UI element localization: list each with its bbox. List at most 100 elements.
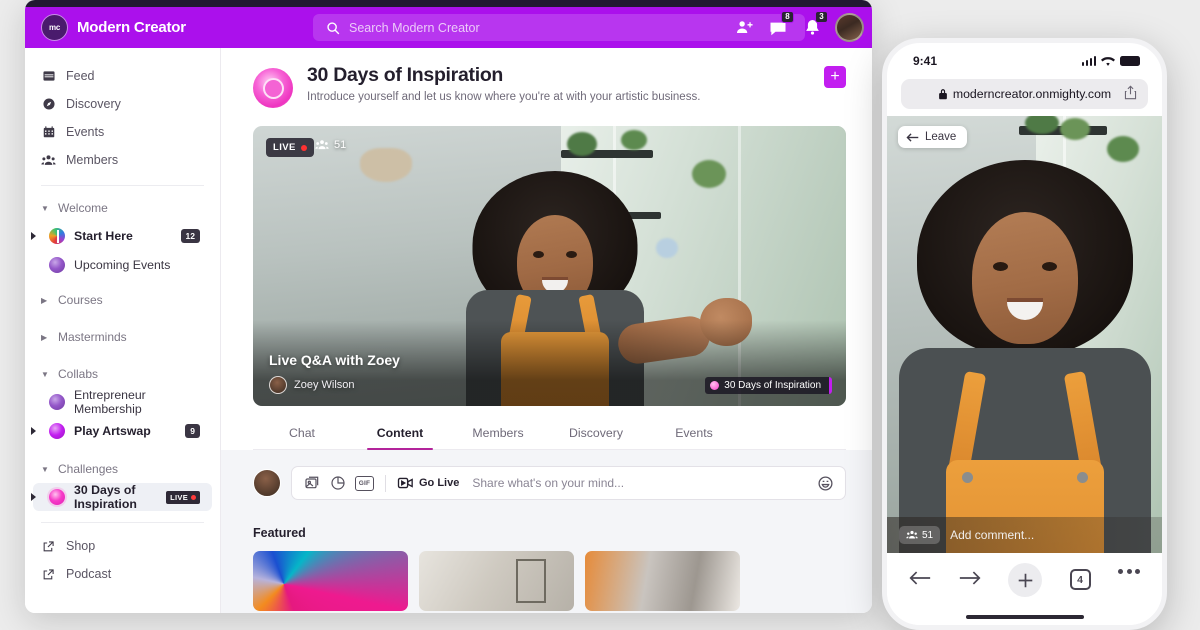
phone-live-stream[interactable]: Leave 51 Add comment... <box>887 116 1162 553</box>
members-icon <box>906 530 918 539</box>
featured-card[interactable] <box>419 551 574 611</box>
sidebar-divider <box>41 185 204 186</box>
battery-icon <box>1120 56 1140 66</box>
flyout-caret-icon <box>31 493 36 501</box>
app-body: Feed Discovery Events Members ▼ Welcome … <box>25 48 872 613</box>
eye <box>533 250 545 258</box>
plus-icon <box>1018 573 1032 587</box>
people-add-icon <box>736 21 753 34</box>
brand-logo-group[interactable]: mc Modern Creator <box>41 14 251 41</box>
add-post-button[interactable]: + <box>824 66 846 88</box>
viewer-count: 51 <box>315 138 346 152</box>
plant <box>1107 136 1139 162</box>
live-label: LIVE <box>273 142 296 153</box>
featured-card[interactable] <box>585 551 740 611</box>
sidebar-item-label: Shop <box>66 539 96 553</box>
plant <box>620 130 647 150</box>
composer-avatar[interactable] <box>253 469 281 497</box>
tab-discovery[interactable]: Discovery <box>547 420 645 449</box>
featured-card[interactable] <box>253 551 408 611</box>
sidebar-item-events[interactable]: Events <box>25 118 220 146</box>
video-camera-icon <box>397 477 413 489</box>
browser-back-button[interactable] <box>909 569 931 592</box>
tab-content[interactable]: Content <box>351 420 449 450</box>
composer-placeholder: Share what's on your mind... <box>472 476 625 490</box>
sidebar-item-entrepreneur-membership[interactable]: Entrepreneur Membership <box>33 388 212 416</box>
phone-url-text: moderncreator.onmighty.com <box>952 87 1112 101</box>
sidebar-item-30-days-of-inspiration[interactable]: 30 Days of Inspiration LIVE <box>31 483 212 511</box>
more-dots-icon[interactable] <box>1118 569 1140 574</box>
avatar[interactable] <box>835 13 864 42</box>
tab-events[interactable]: Events <box>645 420 743 449</box>
video-space-chip[interactable]: 30 Days of Inspiration <box>705 377 832 394</box>
sidebar-group-masterminds[interactable]: ▶ Masterminds <box>25 324 220 350</box>
search-placeholder: Search Modern Creator <box>349 20 480 35</box>
sidebar-item-label: Entrepreneur Membership <box>74 388 146 416</box>
tab-members[interactable]: Members <box>449 420 547 449</box>
leave-button[interactable]: Leave <box>898 126 968 148</box>
sidebar-item-label: Play Artswap <box>74 424 151 438</box>
brand-mark-icon: mc <box>41 14 68 41</box>
video-space-label: 30 Days of Inspiration <box>724 380 821 391</box>
eye <box>566 250 578 258</box>
browser-tabs-button[interactable]: 4 <box>1069 569 1091 590</box>
share-icon[interactable] <box>1124 85 1137 103</box>
phone-notch <box>972 43 1077 66</box>
browser-chrome-strip <box>25 0 872 7</box>
page-header-text: 30 Days of Inspiration Introduce yoursel… <box>307 64 700 103</box>
composer-input-bar[interactable]: GIF Go Live Share what's on your mind... <box>291 466 846 500</box>
leave-label: Leave <box>925 131 957 143</box>
sidebar-item-label: Feed <box>66 69 95 83</box>
gif-icon[interactable]: GIF <box>355 475 374 491</box>
eye <box>1041 262 1057 271</box>
sidebar-group-label: Collabs <box>58 367 99 381</box>
live-indicator-badge: LIVE <box>266 138 314 157</box>
sidebar-group-collabs[interactable]: ▼ Collabs <box>25 361 220 387</box>
composer: GIF Go Live Share what's on your mind... <box>253 466 846 500</box>
space-dot-icon <box>49 228 65 244</box>
home-indicator <box>965 615 1084 619</box>
phone-address-bar[interactable]: moderncreator.onmighty.com <box>901 79 1148 109</box>
forward-arrow-icon <box>959 571 981 585</box>
notifications-badge: 3 <box>815 10 828 24</box>
chevron-down-icon: ▼ <box>41 464 49 474</box>
live-video-card[interactable]: LIVE 51 Live Q&A with Zoey Zoey Wilson 3… <box>253 126 846 406</box>
sidebar-item-members[interactable]: Members <box>25 146 220 174</box>
phone-comment-bar[interactable]: 51 Add comment... <box>887 517 1162 553</box>
emoji-icon[interactable] <box>817 475 834 492</box>
sidebar-group-challenges[interactable]: ▼ Challenges <box>25 456 220 482</box>
sidebar-item-podcast[interactable]: Podcast <box>25 560 220 588</box>
messages-button[interactable]: 8 <box>763 10 794 43</box>
overall-button <box>961 472 973 483</box>
video-author-name: Zoey Wilson <box>294 379 355 391</box>
flyout-caret-icon <box>31 232 36 240</box>
sidebar-item-label: Start Here <box>74 229 133 243</box>
sidebar-item-discovery[interactable]: Discovery <box>25 90 220 118</box>
chevron-right-icon: ▶ <box>41 332 48 342</box>
wifi-icon <box>1101 56 1115 66</box>
invite-people-button[interactable] <box>729 13 759 43</box>
poll-icon[interactable] <box>329 475 346 492</box>
image-icon[interactable] <box>303 475 320 492</box>
notifications-button[interactable]: 3 <box>797 10 828 43</box>
sidebar-group-welcome[interactable]: ▼ Welcome <box>25 195 220 221</box>
sidebar-item-play-artswap[interactable]: Play Artswap 9 <box>31 417 212 445</box>
flyout-caret-icon <box>31 427 36 435</box>
back-arrow-icon <box>906 132 919 142</box>
sidebar-item-feed[interactable]: Feed <box>25 62 220 90</box>
chevron-down-icon: ▼ <box>41 203 49 213</box>
space-dot-icon <box>710 381 720 390</box>
sidebar-item-shop[interactable]: Shop <box>25 532 220 560</box>
tab-chat[interactable]: Chat <box>253 420 351 449</box>
sidebar-group-courses[interactable]: ▶ Courses <box>25 287 220 313</box>
browser-forward-button[interactable] <box>959 569 981 592</box>
sidebar-item-upcoming-events[interactable]: Upcoming Events <box>33 251 212 279</box>
add-comment-placeholder: Add comment... <box>950 528 1035 542</box>
go-live-button[interactable]: Go Live <box>397 476 459 490</box>
space-dot-icon <box>49 489 65 505</box>
sidebar-item-label: Members <box>66 153 119 167</box>
new-post-button[interactable] <box>1008 563 1042 597</box>
sidebar-item-start-here[interactable]: Start Here 12 <box>31 222 212 250</box>
sidebar-item-label: Events <box>66 125 105 139</box>
sidebar-item-label: 30 Days of Inspiration <box>74 483 137 511</box>
